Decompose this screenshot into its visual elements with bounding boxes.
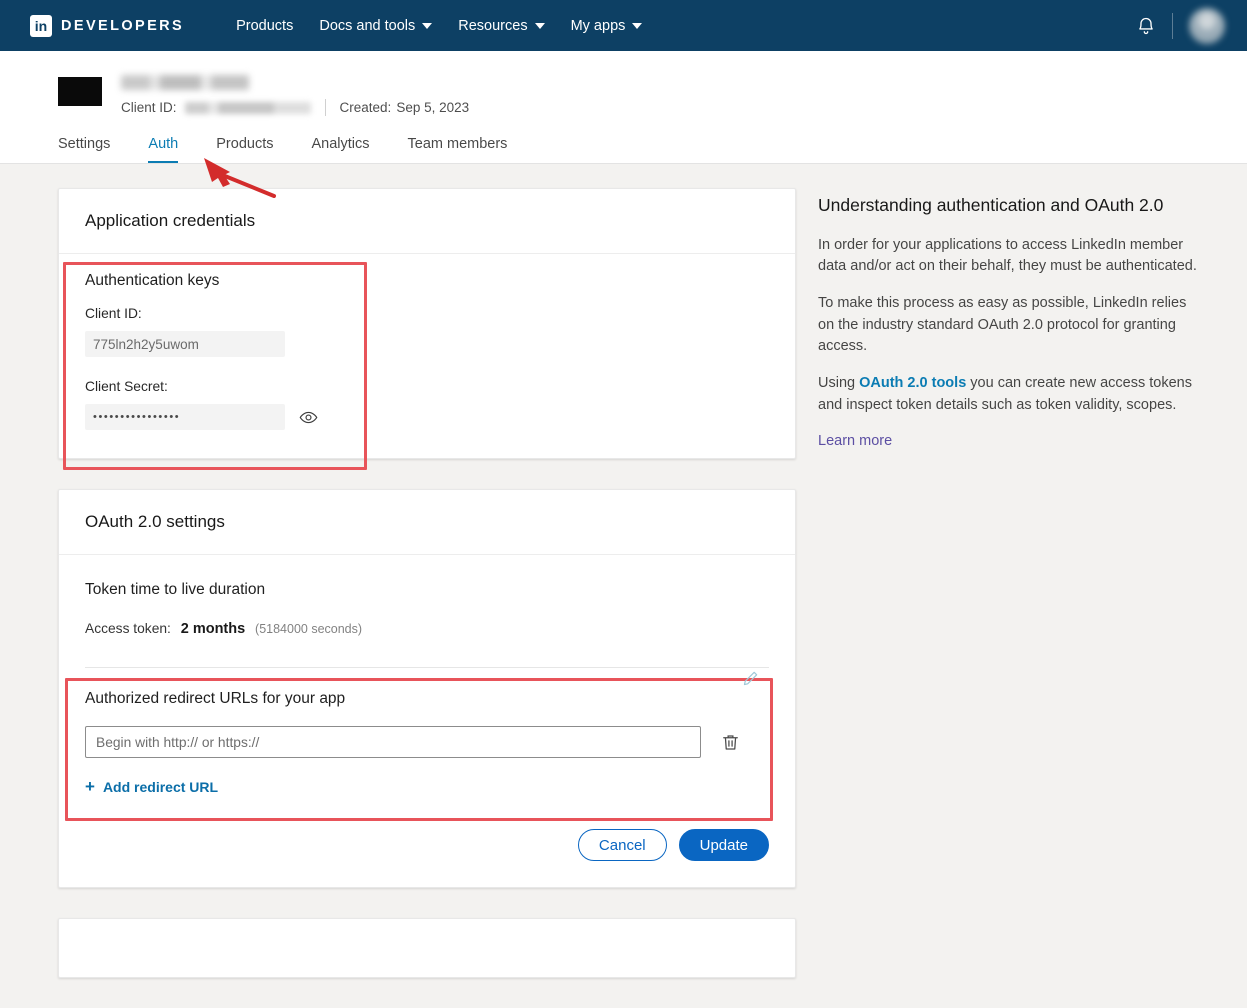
client-id-value-field[interactable]: 775ln2h2y5uwom bbox=[85, 331, 285, 357]
plus-icon: + bbox=[85, 777, 95, 796]
authentication-keys-title: Authentication keys bbox=[85, 272, 220, 289]
tab-products[interactable]: Products bbox=[216, 136, 273, 163]
app-name-redacted bbox=[121, 75, 249, 90]
tab-label: Settings bbox=[58, 136, 111, 152]
top-navigation-bar: in DEVELOPERS Products Docs and tools Re… bbox=[0, 0, 1247, 51]
tab-label: Products bbox=[216, 136, 274, 152]
tab-auth[interactable]: Auth bbox=[148, 136, 178, 163]
next-card-partial bbox=[58, 918, 796, 978]
tab-analytics[interactable]: Analytics bbox=[311, 136, 369, 163]
sidebar-p3-before: Using bbox=[818, 375, 860, 392]
client-id-label: Client ID: bbox=[121, 100, 177, 115]
update-button[interactable]: Update bbox=[678, 829, 769, 861]
authentication-keys-section: Authentication keys Client ID: 775ln2h2y… bbox=[63, 254, 769, 470]
nav-item-products[interactable]: Products bbox=[236, 18, 293, 34]
client-secret-value-field[interactable]: •••••••••••••••• bbox=[85, 404, 285, 430]
chevron-down-icon bbox=[422, 22, 433, 29]
nav-item-label: My apps bbox=[570, 17, 626, 34]
client-id-field-label: Client ID: bbox=[85, 306, 142, 321]
oauth-tools-link[interactable]: OAuth 2.0 tools bbox=[859, 375, 966, 391]
main-nav-items: Products Docs and tools Resources My app… bbox=[236, 17, 643, 34]
tab-bar: Settings Auth Products Analytics Team me… bbox=[0, 136, 1247, 163]
linkedin-logo-icon: in bbox=[30, 14, 52, 37]
nav-item-label: Resources bbox=[458, 17, 528, 34]
access-token-seconds: (5184000 seconds) bbox=[255, 622, 363, 636]
app-meta-row: Client ID: Created: Sep 5, 2023 bbox=[121, 99, 469, 116]
brand-logo[interactable]: in DEVELOPERS bbox=[30, 14, 185, 37]
redirect-urls-title: Authorized redirect URLs for your app bbox=[85, 690, 346, 707]
chevron-down-icon bbox=[632, 22, 643, 29]
chevron-down-icon bbox=[534, 22, 545, 29]
nav-divider bbox=[1172, 12, 1173, 39]
access-token-value: 2 months bbox=[180, 621, 246, 637]
card-title-oauth-settings: OAuth 2.0 settings bbox=[59, 490, 795, 555]
app-header: Client ID: Created: Sep 5, 2023 Settings… bbox=[0, 51, 1247, 164]
client-id-value-redacted bbox=[184, 101, 311, 114]
sidebar-info-panel: Understanding authentication and OAuth 2… bbox=[818, 188, 1201, 450]
nav-item-docs-and-tools[interactable]: Docs and tools bbox=[319, 17, 433, 34]
sidebar-paragraph-1: In order for your applications to access… bbox=[818, 236, 1197, 275]
created-label: Created: bbox=[339, 100, 392, 115]
tab-team-members[interactable]: Team members bbox=[408, 136, 508, 163]
notifications-bell-icon[interactable] bbox=[1136, 15, 1156, 37]
nav-item-label: Products bbox=[236, 17, 294, 34]
page-body: Application credentials Authentication k… bbox=[0, 164, 1247, 1008]
nav-item-my-apps[interactable]: My apps bbox=[571, 18, 643, 34]
client-secret-field-label: Client Secret: bbox=[85, 379, 168, 394]
app-logo bbox=[58, 77, 102, 106]
nav-item-resources[interactable]: Resources bbox=[458, 17, 545, 34]
add-redirect-url-button[interactable]: + Add redirect URL bbox=[85, 778, 218, 795]
annotation-box-authentication-keys bbox=[63, 262, 367, 470]
main-column: Application credentials Authentication k… bbox=[58, 188, 796, 1008]
token-ttl-title: Token time to live duration bbox=[85, 581, 266, 598]
learn-more-link[interactable]: Learn more bbox=[818, 433, 892, 449]
authorized-redirect-urls-section: Authorized redirect URLs for your app Be… bbox=[65, 668, 773, 821]
tab-settings[interactable]: Settings bbox=[58, 136, 110, 163]
nav-item-label: Docs and tools bbox=[319, 17, 416, 34]
access-token-label: Access token: bbox=[85, 621, 171, 636]
access-token-row: Access token: 2 months (5184000 seconds) bbox=[85, 621, 769, 637]
nav-right-cluster bbox=[1136, 7, 1225, 44]
oauth-settings-card: OAuth 2.0 settings Token time to live du… bbox=[58, 489, 796, 888]
tab-label: Auth bbox=[148, 136, 179, 152]
brand-label: DEVELOPERS bbox=[61, 17, 185, 34]
cancel-button[interactable]: Cancel bbox=[577, 829, 667, 861]
eye-icon[interactable] bbox=[299, 408, 318, 427]
sidebar-paragraph-3: Using OAuth 2.0 tools you can create new… bbox=[818, 373, 1201, 416]
tab-label: Analytics bbox=[311, 136, 370, 152]
add-redirect-url-label: Add redirect URL bbox=[102, 778, 219, 795]
sidebar-paragraph-2: To make this process as easy as possible… bbox=[818, 295, 1187, 354]
tab-label: Team members bbox=[407, 136, 508, 152]
avatar[interactable] bbox=[1189, 7, 1225, 44]
redirect-url-input[interactable] bbox=[85, 726, 701, 758]
form-actions: Cancel Update bbox=[59, 811, 795, 887]
sidebar-title: Understanding authentication and OAuth 2… bbox=[818, 195, 1164, 215]
meta-divider bbox=[324, 99, 326, 116]
trash-delete-icon[interactable] bbox=[721, 732, 740, 753]
application-credentials-card: Application credentials Authentication k… bbox=[58, 188, 796, 470]
pencil-edit-icon[interactable] bbox=[742, 670, 759, 687]
card-title-application-credentials: Application credentials bbox=[59, 189, 795, 254]
created-value: Sep 5, 2023 bbox=[396, 100, 470, 115]
